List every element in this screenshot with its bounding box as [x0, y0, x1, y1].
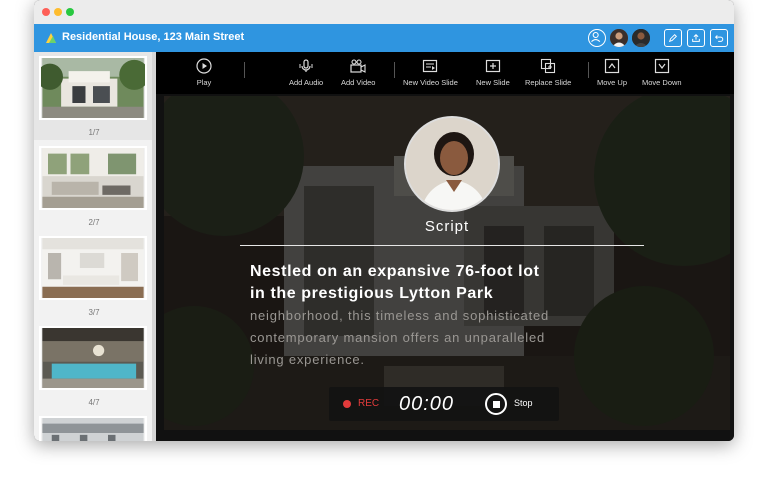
- play-button[interactable]: Play: [196, 58, 212, 90]
- script-line-highlighted: in the prestigious Lytton Park: [250, 285, 494, 302]
- rec-indicator-icon: [343, 400, 351, 408]
- edit-button[interactable]: [664, 29, 682, 47]
- slide-thumbnail[interactable]: [39, 146, 147, 210]
- slide-thumbnail[interactable]: [39, 56, 147, 120]
- script-line-highlighted: Nestled on an expansive 76-foot lot: [250, 263, 540, 280]
- chevron-up-icon: [604, 58, 620, 74]
- slide-sidebar: 1/7 2/7 3/7 4/7: [34, 52, 154, 441]
- toolbar-divider: [588, 62, 589, 78]
- script-text: Nestled on an expansive 76-foot lot in t…: [250, 261, 670, 371]
- slide-number: 2/7: [88, 218, 100, 227]
- stop-label[interactable]: Stop: [514, 398, 533, 408]
- new-video-slide-button[interactable]: New Video Slide: [403, 58, 458, 90]
- new-slide-icon: [485, 59, 500, 73]
- toolbar-divider: [394, 62, 395, 78]
- terrace-image: [42, 418, 144, 441]
- slide-number: 1/7: [88, 128, 100, 137]
- slide-thumbnail[interactable]: [39, 416, 147, 441]
- edit-icon: [668, 33, 678, 43]
- play-label: Play: [196, 78, 212, 87]
- editor-main: Play Add Audio Add Video New Video Slide…: [156, 52, 734, 441]
- replace-slide-label: Replace Slide: [525, 78, 572, 87]
- video-camera-icon: [350, 59, 366, 73]
- script-heading: Script: [424, 218, 470, 235]
- new-video-slide-label: New Video Slide: [403, 78, 458, 87]
- replace-slide-button[interactable]: Replace Slide: [525, 58, 571, 90]
- collaborator-avatar[interactable]: [610, 29, 628, 47]
- chevron-down-icon: [654, 58, 669, 74]
- stop-icon: [492, 400, 500, 408]
- add-video-label: Add Video: [341, 78, 376, 87]
- pool-patio-image: [42, 328, 144, 388]
- slide-thumbnail[interactable]: [39, 326, 147, 390]
- move-down-button[interactable]: Move Down: [642, 58, 682, 90]
- living-room-image: [42, 148, 144, 208]
- share-icon: [692, 33, 700, 42]
- rec-label: REC: [358, 398, 380, 409]
- toolbar-divider: [244, 62, 245, 78]
- slide-number: 4/7: [88, 398, 100, 407]
- app-logo-icon: [46, 33, 56, 43]
- app-window: Residential House, 123 Main Street 1/7 2…: [34, 0, 734, 441]
- script-line: contemporary mansion offers an unparalle…: [250, 330, 546, 345]
- zoom-window-button[interactable]: [66, 8, 74, 16]
- recording-controls: REC 00:00 Stop: [329, 387, 559, 421]
- add-audio-label: Add Audio: [289, 78, 324, 87]
- minimize-window-button[interactable]: [54, 8, 62, 16]
- move-up-label: Move Up: [597, 78, 628, 87]
- move-up-button[interactable]: Move Up: [597, 58, 627, 90]
- collaborator-avatar[interactable]: [632, 29, 650, 47]
- stop-button[interactable]: [485, 393, 507, 415]
- kitchen-image: [42, 238, 144, 298]
- script-line: neighborhood, this timeless and sophisti…: [250, 308, 550, 323]
- house-exterior-image: [41, 58, 145, 118]
- new-slide-button[interactable]: New Slide: [476, 58, 510, 90]
- undo-icon: [714, 35, 724, 42]
- script-divider: [240, 245, 644, 246]
- page-title: Residential House, 123 Main Street: [62, 31, 245, 43]
- play-icon: [196, 58, 212, 74]
- video-slide-icon: [423, 59, 438, 73]
- script-line: living experience.: [250, 352, 365, 367]
- new-slide-label: New Slide: [476, 78, 510, 87]
- replace-slide-icon: [541, 58, 556, 74]
- add-audio-button[interactable]: Add Audio: [289, 58, 323, 90]
- close-window-button[interactable]: [42, 8, 50, 16]
- presenter-avatar: [404, 116, 500, 212]
- move-down-label: Move Down: [642, 78, 682, 87]
- screenshot-frame: Residential House, 123 Main Street 1/7 2…: [0, 0, 768, 480]
- add-user-icon[interactable]: [588, 29, 606, 47]
- editor-toolbar: Play Add Audio Add Video New Video Slide…: [156, 52, 734, 94]
- undo-button[interactable]: [710, 29, 728, 47]
- slide-number: 3/7: [88, 308, 100, 317]
- app-header: Residential House, 123 Main Street: [34, 24, 734, 52]
- microphone-icon: [299, 59, 313, 72]
- share-button[interactable]: [687, 29, 705, 47]
- window-titlebar: [34, 0, 734, 24]
- recording-timer: 00:00: [399, 393, 455, 415]
- add-video-button[interactable]: Add Video: [341, 58, 375, 90]
- slide-preview[interactable]: Script Nestled on an expansive 76-foot l…: [164, 96, 730, 430]
- slide-thumbnail[interactable]: [39, 236, 147, 300]
